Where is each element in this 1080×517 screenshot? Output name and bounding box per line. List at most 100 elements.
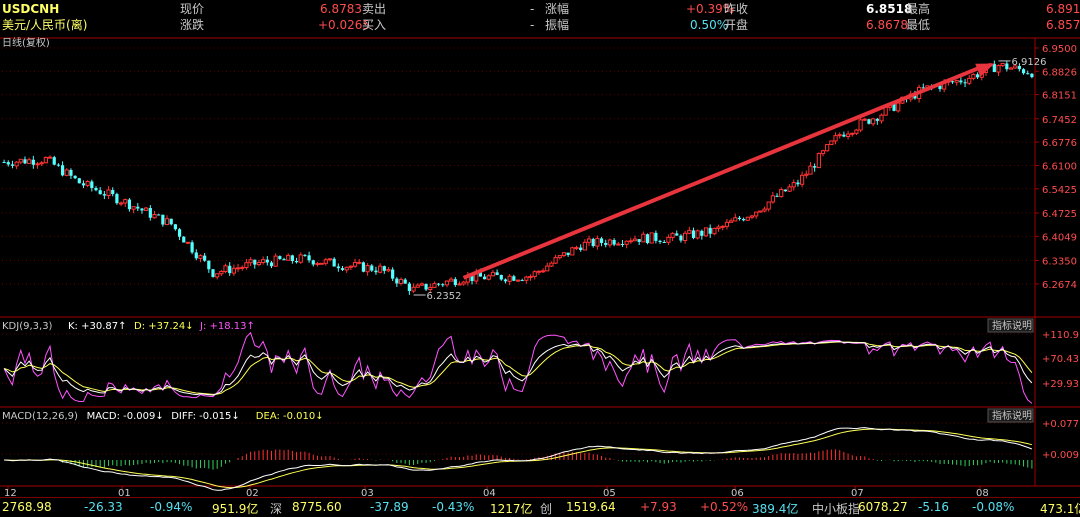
value-bid: - xyxy=(530,18,535,32)
price-tick-label: 6.2674 xyxy=(1042,280,1077,291)
candle-body-down xyxy=(499,275,503,280)
quote-header: USDCNH 美元/人民币(离) 现价 6.8783 卖出 - 涨幅 +0.39… xyxy=(0,0,1080,36)
candle-body-down xyxy=(783,189,788,192)
candle-body-down xyxy=(495,272,499,276)
candle-body-up xyxy=(762,208,767,212)
candle-body-up xyxy=(286,254,291,261)
candle-body-down xyxy=(6,162,10,165)
candle-body-up xyxy=(357,261,362,264)
ticker-item: +7.93 xyxy=(640,500,677,514)
label-open: 开盘 xyxy=(724,18,749,32)
ticker-item: 473.1亿 xyxy=(1040,502,1080,516)
candle-body-down xyxy=(591,238,595,247)
macd-tick-label: +0.009 xyxy=(1042,450,1079,461)
candle-body-up xyxy=(365,265,370,273)
macd-diff-line xyxy=(4,427,1033,491)
candle-body-down xyxy=(73,175,77,179)
candle-body-down xyxy=(813,166,817,168)
time-tick-label: 01 xyxy=(118,488,131,496)
candle-body-down xyxy=(742,219,746,221)
macd-help-button-label[interactable]: 指标说明 xyxy=(992,409,1032,422)
macd-tick-label: +0.077 xyxy=(1042,419,1079,430)
candle-body-down xyxy=(303,254,307,256)
label-change-pct: 涨幅 xyxy=(545,2,570,16)
candle-body-up xyxy=(595,237,600,247)
candle-body-down xyxy=(959,80,963,83)
ticker-item: -0.08% xyxy=(972,500,1015,514)
time-tick-label: 03 xyxy=(361,488,374,496)
candle-body-down xyxy=(10,164,15,166)
label-low: 最低 xyxy=(906,18,931,32)
candle-body-down xyxy=(269,262,274,267)
candle-body-down xyxy=(679,235,683,241)
candle-body-up xyxy=(829,140,834,146)
candle-body-up xyxy=(574,247,579,250)
candle-body-down xyxy=(407,283,411,292)
candle-body-up xyxy=(39,162,44,165)
candle-body-up xyxy=(14,161,19,167)
candle-body-up xyxy=(185,241,191,244)
candle-body-down xyxy=(867,119,871,124)
candle-body-up xyxy=(800,174,805,185)
candle-body-up xyxy=(461,281,466,285)
candle-body-down xyxy=(620,244,625,246)
candle-body-up xyxy=(486,275,491,280)
candle-body-down xyxy=(382,266,386,271)
candle-body-down xyxy=(52,157,56,165)
candle-body-up xyxy=(198,255,203,259)
time-tick-label: 04 xyxy=(483,488,496,496)
candle-body-down xyxy=(207,260,211,270)
ticker-item: 中小板指 xyxy=(812,502,861,516)
candle-body-up xyxy=(43,156,48,164)
candle-body-up xyxy=(106,189,111,197)
kdj-legend-item: KDJ(9,3,3) xyxy=(2,321,53,332)
ticker-item: 1519.64 xyxy=(566,500,616,514)
candle-body-up xyxy=(733,217,738,222)
candle-body-up xyxy=(47,156,53,159)
candle-body-up xyxy=(804,173,809,176)
candle-body-up xyxy=(419,283,425,286)
price-tick-label: 6.5425 xyxy=(1042,185,1077,196)
candle-body-up xyxy=(582,241,587,251)
candle-body-up xyxy=(862,118,867,121)
candle-body-up xyxy=(971,73,976,79)
candle-body-up xyxy=(457,283,462,286)
macd-legend-item: DEA: -0.010↓ xyxy=(256,411,324,422)
label-bid: 买入 xyxy=(362,18,387,32)
candle-body-up xyxy=(670,232,675,238)
candle-body-up xyxy=(273,255,278,267)
candle-body-down xyxy=(94,187,98,191)
candle-body-up xyxy=(850,132,855,135)
candle-body-up xyxy=(319,262,324,265)
candle-body-down xyxy=(203,255,207,261)
candle-body-up xyxy=(586,238,592,243)
candle-body-down xyxy=(127,199,132,210)
candle-body-up xyxy=(808,165,813,175)
candle-body-up xyxy=(557,255,562,259)
candle-body-up xyxy=(152,214,157,219)
price-tick-label: 6.4725 xyxy=(1042,209,1077,220)
candle-body-up xyxy=(327,258,333,261)
candle-body-up xyxy=(1000,62,1005,67)
candle-body-up xyxy=(896,102,901,112)
price-tick-label: 6.8826 xyxy=(1042,67,1077,78)
kdj-help-button-label[interactable]: 指标说明 xyxy=(992,319,1032,332)
candle-body-up xyxy=(27,159,32,164)
candle-body-up xyxy=(444,280,450,286)
candle-body-down xyxy=(307,255,311,261)
candle-body-up xyxy=(954,79,959,83)
candle-body-down xyxy=(182,236,186,243)
candle-body-up xyxy=(779,189,784,198)
candle-body-up xyxy=(749,215,755,218)
candle-body-down xyxy=(637,239,641,242)
candle-body-down xyxy=(395,278,399,284)
candle-body-down xyxy=(90,181,94,188)
candle-body-down xyxy=(963,82,967,84)
chart-area[interactable]: 日线(复权) 6.9500 6.8826 6.8151 6.7452 6.6776 6.61… xyxy=(0,36,1080,496)
candle-body-up xyxy=(18,158,23,163)
candle-body-down xyxy=(520,280,524,282)
time-tick-label: 05 xyxy=(603,488,616,496)
time-tick-label: 02 xyxy=(246,488,259,496)
candle-body-up xyxy=(235,267,241,270)
candle-body-down xyxy=(654,232,658,241)
